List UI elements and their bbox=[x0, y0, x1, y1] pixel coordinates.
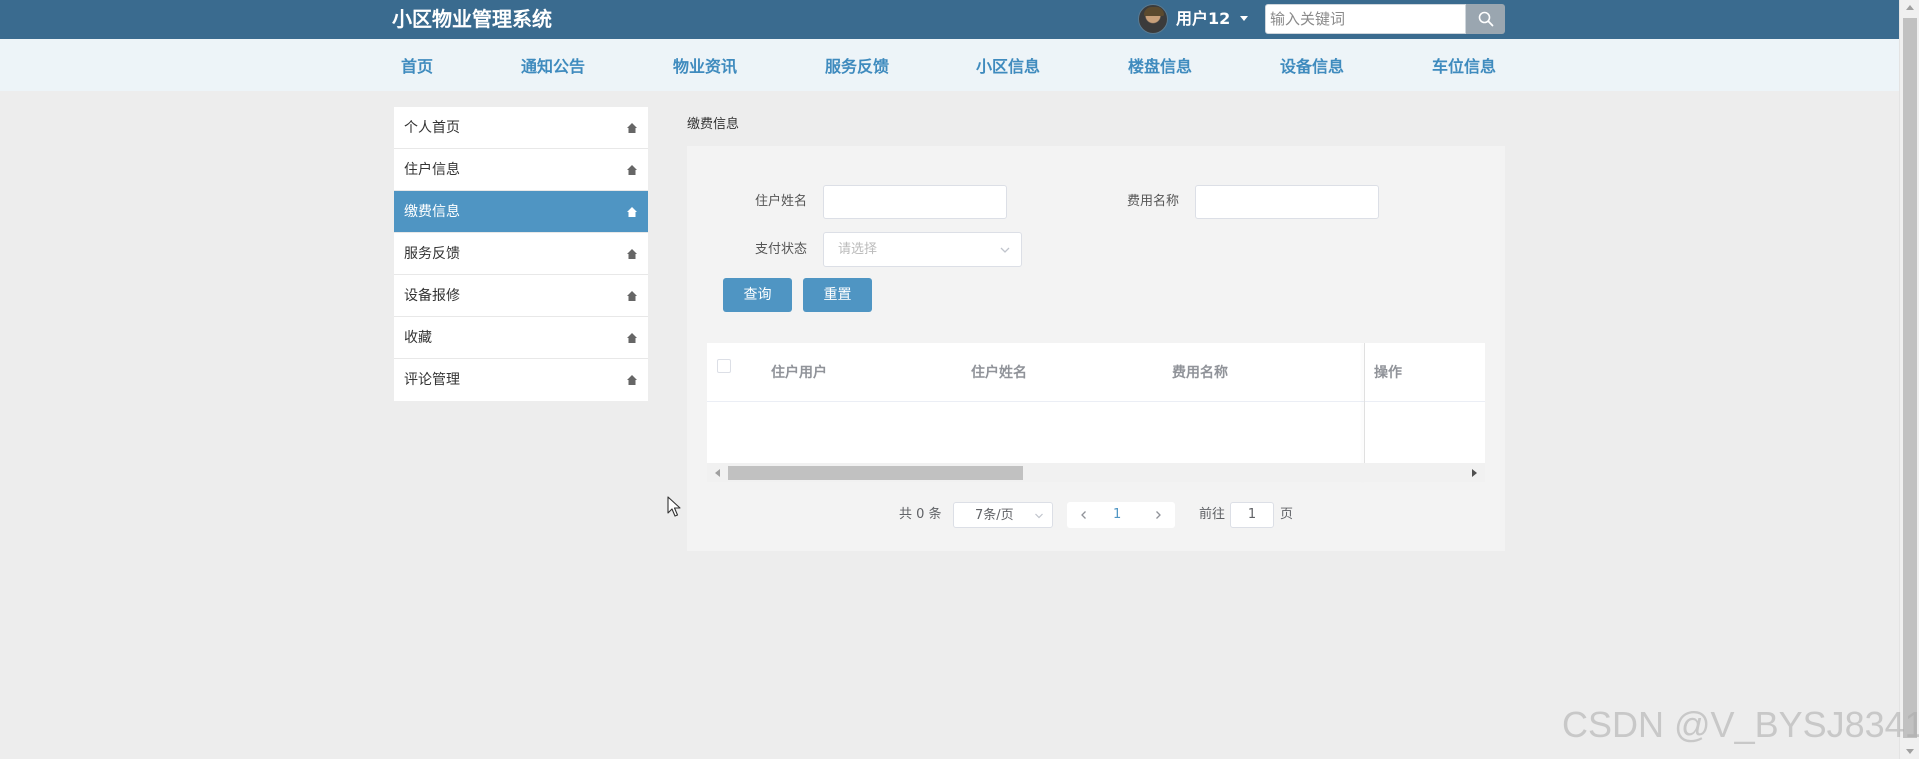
scroll-right-arrow-icon[interactable] bbox=[1472, 469, 1477, 477]
page-size-select[interactable]: 7条/页 bbox=[953, 502, 1053, 528]
current-page-number[interactable]: 1 bbox=[1113, 507, 1121, 523]
vertical-scrollbar[interactable] bbox=[1899, 0, 1919, 759]
pay-status-label: 支付状态 bbox=[755, 242, 808, 257]
payment-table: 住户用户 住户姓名 费用名称 操作 bbox=[707, 343, 1485, 482]
fee-name-input[interactable] bbox=[1195, 185, 1379, 219]
sidebar-item-label: 缴费信息 bbox=[404, 204, 460, 220]
sidebar-item-label: 收藏 bbox=[404, 330, 432, 346]
sidebar-item-service-feedback[interactable]: 服务反馈 bbox=[394, 233, 648, 275]
page-size-value: 7条/页 bbox=[975, 508, 1014, 523]
scroll-left-arrow-icon[interactable] bbox=[715, 469, 720, 477]
column-header-fee-name[interactable]: 费用名称 bbox=[1172, 364, 1228, 382]
resident-name-input[interactable] bbox=[823, 185, 1007, 219]
table-header: 住户用户 住户姓名 费用名称 操作 bbox=[707, 343, 1485, 402]
nav-item-home[interactable]: 首页 bbox=[401, 57, 433, 77]
page-title: 缴费信息 bbox=[687, 117, 740, 132]
nav-item-property-news[interactable]: 物业资讯 bbox=[673, 57, 737, 77]
home-icon bbox=[627, 123, 637, 133]
home-icon bbox=[627, 249, 637, 259]
sidebar-item-label: 设备报修 bbox=[404, 288, 460, 304]
nav-item-building-info[interactable]: 楼盘信息 bbox=[1128, 57, 1192, 77]
nav-item-equipment-info[interactable]: 设备信息 bbox=[1280, 57, 1344, 77]
column-header-actions: 操作 bbox=[1374, 365, 1402, 381]
scrollbar-thumb[interactable] bbox=[1903, 18, 1917, 738]
sidebar-item-comment-management[interactable]: 评论管理 bbox=[394, 359, 648, 401]
chevron-down-icon bbox=[1035, 513, 1043, 519]
site-title[interactable]: 小区物业管理系统 bbox=[392, 7, 552, 31]
caret-down-icon[interactable] bbox=[1240, 16, 1248, 21]
reset-button[interactable]: 重置 bbox=[803, 278, 872, 312]
nav-item-service-feedback[interactable]: 服务反馈 bbox=[825, 57, 889, 77]
resident-name-label: 住户姓名 bbox=[755, 194, 808, 209]
goto-page-input[interactable]: 1 bbox=[1230, 502, 1274, 528]
pagination-total: 共 0 条 bbox=[899, 507, 942, 522]
nav-item-notices[interactable]: 通知公告 bbox=[521, 57, 585, 77]
pay-status-select[interactable]: 请选择 bbox=[823, 232, 1022, 267]
chevron-down-icon bbox=[1000, 247, 1010, 253]
main-nav: 首页 通知公告 物业资讯 服务反馈 小区信息 楼盘信息 设备信息 车位信息 bbox=[0, 39, 1899, 91]
sidebar-item-payment-info[interactable]: 缴费信息 bbox=[394, 191, 648, 233]
top-header: 小区物业管理系统 用户12 bbox=[0, 0, 1899, 39]
chevron-left-icon[interactable] bbox=[1079, 510, 1089, 520]
sidebar-menu: 个人首页 住户信息 缴费信息 服务反馈 设备报修 收藏 评论管理 bbox=[394, 107, 648, 401]
user-name[interactable]: 用户12 bbox=[1176, 9, 1230, 29]
nav-item-parking-info[interactable]: 车位信息 bbox=[1432, 57, 1496, 77]
scrollbar-thumb[interactable] bbox=[728, 466, 1023, 480]
home-icon bbox=[627, 291, 637, 301]
home-icon bbox=[627, 207, 637, 217]
pay-status-placeholder: 请选择 bbox=[838, 242, 878, 257]
horizontal-scrollbar[interactable] bbox=[707, 463, 1485, 482]
sidebar-item-label: 个人首页 bbox=[404, 120, 460, 136]
query-button[interactable]: 查询 bbox=[723, 278, 792, 312]
goto-label: 前往 bbox=[1199, 507, 1226, 522]
page-suffix: 页 bbox=[1280, 507, 1294, 522]
sidebar-item-equipment-repair[interactable]: 设备报修 bbox=[394, 275, 648, 317]
search-input[interactable] bbox=[1265, 4, 1466, 34]
sidebar-item-favorites[interactable]: 收藏 bbox=[394, 317, 648, 359]
sidebar-item-label: 评论管理 bbox=[404, 372, 460, 388]
pager: 1 bbox=[1067, 502, 1175, 528]
scroll-up-arrow-icon[interactable] bbox=[1906, 5, 1914, 10]
column-header-resident-user[interactable]: 住户用户 bbox=[771, 364, 827, 382]
column-header-resident-name[interactable]: 住户姓名 bbox=[971, 364, 1027, 382]
fixed-column-divider bbox=[1364, 343, 1365, 482]
sidebar-item-label: 住户信息 bbox=[404, 162, 460, 178]
search-icon bbox=[1478, 11, 1493, 27]
home-icon bbox=[627, 165, 637, 175]
nav-item-community-info[interactable]: 小区信息 bbox=[976, 57, 1040, 77]
sidebar-item-label: 服务反馈 bbox=[404, 246, 460, 262]
home-icon bbox=[627, 375, 637, 385]
chevron-right-icon[interactable] bbox=[1153, 510, 1163, 520]
watermark: CSDN @V_BYSJ8341 bbox=[1562, 704, 1919, 745]
sidebar-item-resident-info[interactable]: 住户信息 bbox=[394, 149, 648, 191]
sidebar-item-personal-home[interactable]: 个人首页 bbox=[394, 107, 648, 149]
search-button[interactable] bbox=[1466, 4, 1505, 34]
user-avatar[interactable] bbox=[1138, 4, 1168, 34]
select-all-checkbox[interactable] bbox=[717, 359, 731, 373]
home-icon bbox=[627, 333, 637, 343]
fee-name-label: 费用名称 bbox=[1127, 194, 1180, 209]
scroll-down-arrow-icon[interactable] bbox=[1906, 749, 1914, 754]
mouse-cursor-icon bbox=[667, 496, 681, 517]
